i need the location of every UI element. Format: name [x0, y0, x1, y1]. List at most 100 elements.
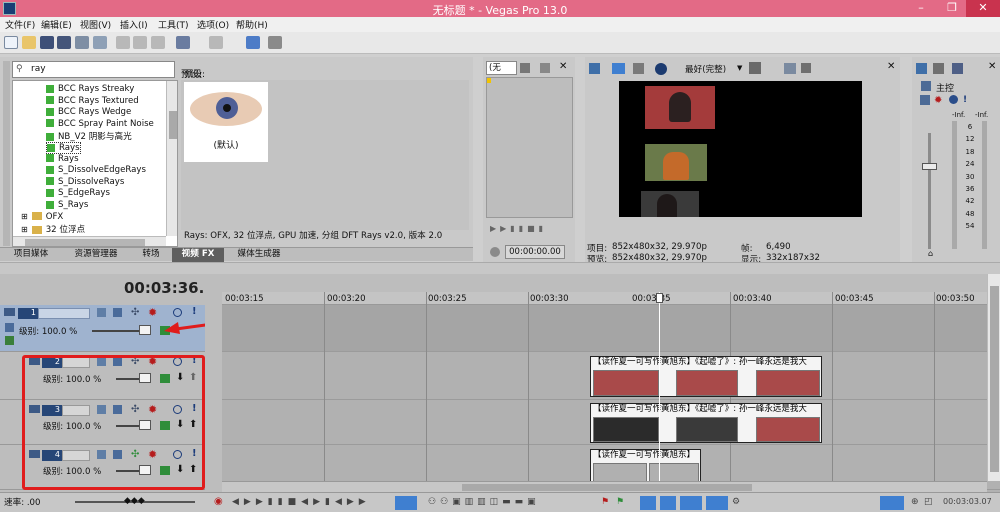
- chevron-down-icon[interactable]: ▼: [737, 64, 742, 72]
- new-file-icon[interactable]: [4, 36, 18, 49]
- help-pointer-icon[interactable]: [268, 36, 282, 49]
- trimmer-option-icon[interactable]: [520, 63, 530, 73]
- menu-file[interactable]: 文件(F): [5, 18, 35, 31]
- selection-tool-icon[interactable]: ◰: [924, 497, 933, 507]
- tree-hscroll-thumb[interactable]: [25, 239, 145, 246]
- track-collapse-icon[interactable]: [4, 308, 15, 316]
- tree-item-selected[interactable]: Rays: [46, 142, 81, 154]
- save-as-icon[interactable]: [57, 36, 71, 49]
- menu-edit[interactable]: 编辑(E): [41, 18, 72, 31]
- trimmer-pen-icon[interactable]: [540, 63, 550, 73]
- trimmer-transport[interactable]: ▶▶▮▮■▮: [490, 224, 570, 234]
- tree-folder[interactable]: ⊞ 32 位浮点: [21, 223, 85, 235]
- marker-bar[interactable]: [222, 274, 1000, 292]
- panel-grip[interactable]: [3, 61, 10, 246]
- track-parent-icon[interactable]: [5, 336, 14, 345]
- mixer-insert-icon[interactable]: [952, 63, 963, 74]
- preview-quality-select[interactable]: 最好(完整): [685, 63, 726, 75]
- track-fx-icon[interactable]: ✣: [131, 307, 139, 318]
- trimmer-close-icon[interactable]: ✕: [559, 61, 567, 72]
- panel-splitter[interactable]: [0, 262, 1000, 274]
- tree-item[interactable]: Rays: [46, 154, 79, 166]
- minimize-button[interactable]: –: [906, 0, 936, 17]
- track-compositing-icon[interactable]: [113, 308, 122, 317]
- mixer-close-icon[interactable]: ✕: [988, 61, 996, 72]
- tree-item[interactable]: S_DissolveRays: [46, 177, 124, 189]
- zoom-tool-icon[interactable]: ⊕: [911, 497, 919, 507]
- tab-project-media[interactable]: 项目媒体: [2, 248, 60, 262]
- menu-help[interactable]: 帮助(H): [236, 18, 268, 31]
- master-fader-handle[interactable]: [922, 163, 937, 170]
- paste-icon[interactable]: [151, 36, 165, 49]
- track-envelope-icon[interactable]: [5, 323, 14, 332]
- preview-fx-icon[interactable]: [633, 63, 644, 74]
- menu-view[interactable]: 视图(V): [80, 18, 111, 31]
- tab-video-fx[interactable]: 视频 FX: [172, 248, 224, 262]
- tree-hscrollbar[interactable]: [13, 236, 166, 246]
- snapping-button[interactable]: [640, 496, 656, 510]
- track-name-field[interactable]: [38, 308, 90, 319]
- tree-item[interactable]: BCC Spray Paint Noise: [46, 119, 154, 131]
- preview-video-frame[interactable]: [619, 81, 862, 217]
- master-mute-icon[interactable]: [949, 95, 958, 104]
- tree-item[interactable]: BCC Rays Wedge: [46, 107, 131, 119]
- tab-media-generators[interactable]: 媒体生成器: [226, 248, 292, 262]
- mixer-lock-icon[interactable]: ⌂: [928, 249, 933, 258]
- cut-icon[interactable]: [116, 36, 130, 49]
- playhead-handle[interactable]: [656, 293, 663, 303]
- search-box[interactable]: ⚲ ray: [12, 61, 175, 78]
- auto-ripple-button[interactable]: [680, 496, 702, 510]
- video-clip[interactable]: 【读作夏一可写作黄旭东】《起嘘了》: 孙一峰永远是我大: [590, 403, 822, 443]
- close-button[interactable]: ✕: [966, 0, 1000, 17]
- master-solo-icon[interactable]: !: [963, 95, 967, 105]
- trimmer-jog-icon[interactable]: [490, 247, 500, 257]
- track-gear-icon[interactable]: ✹: [148, 306, 157, 319]
- search-input[interactable]: ray: [31, 64, 46, 74]
- record-button[interactable]: ◉: [214, 496, 223, 507]
- tab-explorer[interactable]: 资源管理器: [62, 248, 130, 262]
- tree-folder[interactable]: ⊞ OFX: [21, 212, 63, 224]
- tree-item[interactable]: BCC Rays Textured: [46, 96, 139, 108]
- expand-icon[interactable]: ⊞: [21, 225, 28, 234]
- tree-item[interactable]: S_DissolveEdgeRays: [46, 165, 146, 177]
- tab-transitions[interactable]: 转场: [132, 248, 170, 262]
- menu-insert[interactable]: 插入(I): [120, 18, 148, 31]
- menu-options[interactable]: 选项(O): [197, 18, 229, 31]
- menu-tools[interactable]: 工具(T): [158, 18, 189, 31]
- tree-item[interactable]: NB_V2 阴影与高光: [46, 130, 132, 142]
- edit-tool-icon[interactable]: [246, 36, 260, 49]
- timeline-transport[interactable]: ◀▶▶▮▮■◀▶▮◀▶▶: [232, 497, 371, 507]
- tree-scroll-thumb[interactable]: [169, 111, 177, 139]
- playhead[interactable]: [659, 292, 660, 492]
- tree-item[interactable]: BCC Rays Streaky: [46, 84, 134, 96]
- region-icon[interactable]: ⚑: [616, 497, 624, 507]
- master-gear-icon[interactable]: ✹: [934, 95, 942, 106]
- redo-icon[interactable]: [209, 36, 223, 49]
- normal-edit-tool-button[interactable]: [880, 496, 904, 510]
- mixer-settings-icon[interactable]: [916, 63, 927, 74]
- preset-default-thumbnail[interactable]: (默认): [184, 82, 268, 162]
- tree-item[interactable]: S_Rays: [46, 200, 88, 212]
- render-icon[interactable]: [75, 36, 89, 49]
- auto-crossfade-button[interactable]: [660, 496, 676, 510]
- trimmer-viewport[interactable]: [486, 77, 573, 218]
- external-monitor-icon[interactable]: [612, 63, 625, 74]
- master-fader-track[interactable]: [928, 133, 931, 249]
- split-screen-icon[interactable]: [655, 63, 667, 75]
- marker-icon[interactable]: ⚑: [601, 497, 609, 507]
- timeline-hscrollbar[interactable]: [222, 481, 987, 492]
- copy-icon[interactable]: [133, 36, 147, 49]
- trimmer-select[interactable]: (无: [486, 61, 517, 75]
- properties-icon[interactable]: [93, 36, 107, 49]
- video-clip[interactable]: 【读作夏一可写作黄旭东】《起嘘了》: 孙一峰永远是我大: [590, 356, 822, 397]
- timeline-vscroll-thumb[interactable]: [990, 286, 999, 472]
- rate-slider-handle[interactable]: ◆◆◆: [124, 496, 145, 506]
- editing-tools[interactable]: ⚇⚇▣▥▥◫▬▬▣: [428, 497, 540, 507]
- overlays-icon[interactable]: [749, 62, 761, 74]
- edit-tool-button[interactable]: [395, 496, 417, 510]
- preview-settings-icon[interactable]: [589, 63, 600, 74]
- save-icon[interactable]: [40, 36, 54, 49]
- track-level-handle[interactable]: [139, 325, 151, 335]
- save-snapshot-icon[interactable]: [801, 63, 811, 73]
- lock-envelopes-button[interactable]: [706, 496, 728, 510]
